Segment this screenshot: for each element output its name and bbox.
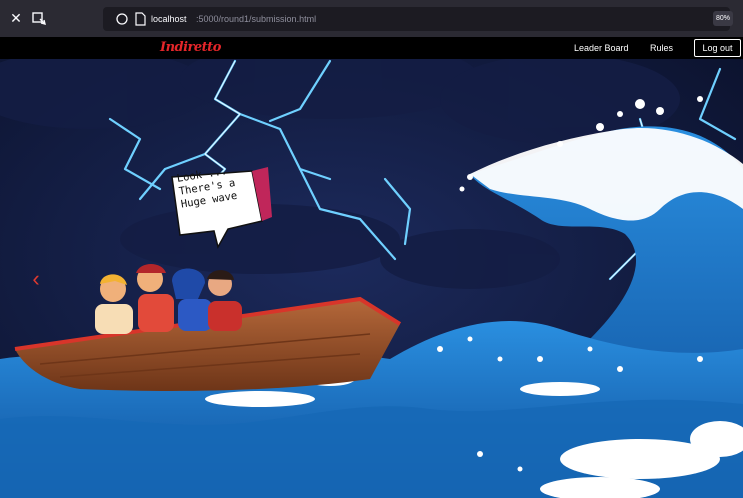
address-bar[interactable]: localhost :5000/round1/submission.html <box>103 7 730 31</box>
nav-rules-link[interactable]: Rules <box>650 41 673 55</box>
extension-icon[interactable] <box>31 10 47 26</box>
nav-leader-board-link[interactable]: Leader Board <box>574 41 629 55</box>
storm-scene <box>0 59 743 498</box>
shield-icon[interactable] <box>115 12 129 26</box>
page-icon <box>135 12 146 26</box>
url-path: :5000/round1/submission.html <box>196 14 317 24</box>
brand-logo[interactable]: Indiretto <box>160 39 221 57</box>
browser-toolbar: ✕ localhost :5000/round1/submission.html… <box>0 0 743 37</box>
chevron-left-icon[interactable]: ‹ <box>26 267 46 291</box>
site-navbar: Indiretto Leader Board Rules Log out <box>0 37 743 59</box>
close-icon[interactable]: ✕ <box>8 10 24 26</box>
hero-illustration: Look ... There's a Huge wave ‹ <box>0 59 743 498</box>
logout-button[interactable]: Log out <box>694 39 741 57</box>
zoom-badge[interactable]: 80% <box>713 11 733 26</box>
url-host: localhost <box>151 14 187 24</box>
